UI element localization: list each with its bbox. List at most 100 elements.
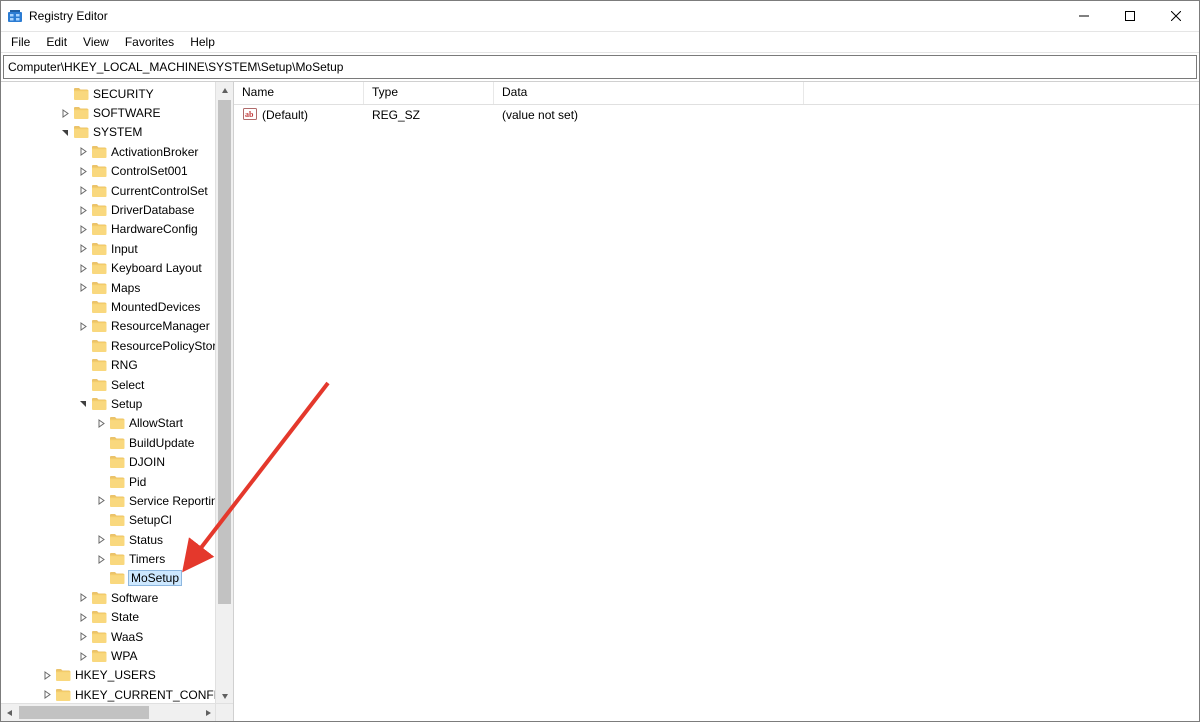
tree-item[interactable]: ResourceManager <box>1 317 233 336</box>
address-bar[interactable]: Computer\HKEY_LOCAL_MACHINE\SYSTEM\Setup… <box>3 55 1197 79</box>
scroll-right-arrow-icon[interactable] <box>199 704 216 721</box>
tree-item[interactable]: Pid <box>1 472 233 491</box>
folder-icon <box>91 649 107 663</box>
tree-item[interactable]: Input <box>1 239 233 258</box>
tree-item[interactable]: CurrentControlSet <box>1 181 233 200</box>
tree-item[interactable]: MoSetup <box>1 569 233 588</box>
content-area: SECURITYSOFTWARESYSTEMActivationBrokerCo… <box>1 81 1199 721</box>
tree-item[interactable]: BuildUpdate <box>1 433 233 452</box>
folder-icon <box>109 436 125 450</box>
scroll-up-arrow-icon[interactable] <box>216 82 233 99</box>
menu-help[interactable]: Help <box>182 33 223 51</box>
folder-icon <box>91 339 107 353</box>
tree-item[interactable]: ControlSet001 <box>1 162 233 181</box>
tree-item[interactable]: SetupCl <box>1 511 233 530</box>
tree-collapse-icon[interactable] <box>77 398 89 410</box>
registry-tree[interactable]: SECURITYSOFTWARESYSTEMActivationBrokerCo… <box>1 82 233 707</box>
tree-item[interactable]: Status <box>1 530 233 549</box>
scroll-thumb[interactable] <box>218 100 231 604</box>
tree-item[interactable]: Software <box>1 588 233 607</box>
hscroll-thumb[interactable] <box>19 706 149 719</box>
folder-icon <box>91 203 107 217</box>
tree-expand-icon[interactable] <box>77 650 89 662</box>
tree-item[interactable]: ActivationBroker <box>1 142 233 161</box>
tree-item[interactable]: MountedDevices <box>1 297 233 316</box>
folder-icon <box>109 475 125 489</box>
values-list[interactable]: ab(Default)REG_SZ(value not set) <box>234 105 1199 125</box>
tree-item-label: CurrentControlSet <box>111 184 208 198</box>
tree-item[interactable]: WPA <box>1 646 233 665</box>
tree-no-expander <box>95 514 107 526</box>
tree-item-label: Service Reporting <box>129 494 224 508</box>
folder-icon <box>109 455 125 469</box>
tree-expand-icon[interactable] <box>77 185 89 197</box>
menu-edit[interactable]: Edit <box>38 33 75 51</box>
tree-item[interactable]: HKEY_CURRENT_CONFIG <box>1 685 233 704</box>
tree-expand-icon[interactable] <box>77 223 89 235</box>
tree-item[interactable]: Select <box>1 375 233 394</box>
tree-expand-icon[interactable] <box>95 553 107 565</box>
column-header-name[interactable]: Name <box>234 82 364 104</box>
menu-view[interactable]: View <box>75 33 117 51</box>
tree-expand-icon[interactable] <box>77 262 89 274</box>
tree-item[interactable]: DJOIN <box>1 452 233 471</box>
tree-item[interactable]: RNG <box>1 355 233 374</box>
tree-item[interactable]: SYSTEM <box>1 123 233 142</box>
folder-icon <box>91 164 107 178</box>
string-value-icon: ab <box>242 106 258 125</box>
tree-expand-icon[interactable] <box>77 165 89 177</box>
tree-item[interactable]: WaaS <box>1 627 233 646</box>
menu-favorites[interactable]: Favorites <box>117 33 182 51</box>
tree-expand-icon[interactable] <box>77 146 89 158</box>
folder-icon <box>109 416 125 430</box>
tree-item[interactable]: ResourcePolicyStore <box>1 336 233 355</box>
tree-vertical-scrollbar[interactable] <box>215 82 233 704</box>
scroll-down-arrow-icon[interactable] <box>216 687 233 704</box>
tree-horizontal-scrollbar[interactable] <box>1 703 233 721</box>
tree-item-label: DriverDatabase <box>111 203 194 217</box>
tree-expand-icon[interactable] <box>95 495 107 507</box>
tree-expand-icon[interactable] <box>77 592 89 604</box>
tree-item[interactable]: Keyboard Layout <box>1 259 233 278</box>
tree-item[interactable]: HKEY_USERS <box>1 666 233 685</box>
tree-collapse-icon[interactable] <box>59 126 71 138</box>
menu-file[interactable]: File <box>3 33 38 51</box>
tree-expand-icon[interactable] <box>77 631 89 643</box>
scroll-left-arrow-icon[interactable] <box>1 704 18 721</box>
tree-item-label: Input <box>111 242 138 256</box>
tree-expand-icon[interactable] <box>77 204 89 216</box>
tree-item[interactable]: DriverDatabase <box>1 200 233 219</box>
value-row[interactable]: ab(Default)REG_SZ(value not set) <box>234 105 1199 125</box>
tree-expand-icon[interactable] <box>95 417 107 429</box>
tree-item-label: AllowStart <box>129 416 183 430</box>
folder-icon <box>109 513 125 527</box>
folder-icon <box>55 668 71 682</box>
close-button[interactable] <box>1153 1 1199 31</box>
value-type-cell: REG_SZ <box>364 106 494 124</box>
folder-icon <box>91 378 107 392</box>
tree-expand-icon[interactable] <box>41 669 53 681</box>
tree-item[interactable]: State <box>1 608 233 627</box>
tree-item[interactable]: Maps <box>1 278 233 297</box>
tree-expand-icon[interactable] <box>41 689 53 701</box>
tree-expand-icon[interactable] <box>77 611 89 623</box>
column-header-type[interactable]: Type <box>364 82 494 104</box>
tree-expand-icon[interactable] <box>77 320 89 332</box>
tree-expand-icon[interactable] <box>59 107 71 119</box>
folder-icon <box>73 87 89 101</box>
tree-item[interactable]: Service Reporting <box>1 491 233 510</box>
tree-item-label: State <box>111 610 139 624</box>
column-header-data[interactable]: Data <box>494 82 804 104</box>
maximize-button[interactable] <box>1107 1 1153 31</box>
minimize-button[interactable] <box>1061 1 1107 31</box>
tree-expand-icon[interactable] <box>77 243 89 255</box>
tree-expand-icon[interactable] <box>77 282 89 294</box>
tree-item[interactable]: Timers <box>1 549 233 568</box>
regedit-app-icon <box>7 8 23 24</box>
tree-item[interactable]: Setup <box>1 394 233 413</box>
tree-item[interactable]: SECURITY <box>1 84 233 103</box>
tree-item[interactable]: AllowStart <box>1 414 233 433</box>
tree-item[interactable]: HardwareConfig <box>1 220 233 239</box>
tree-expand-icon[interactable] <box>95 534 107 546</box>
tree-item[interactable]: SOFTWARE <box>1 103 233 122</box>
